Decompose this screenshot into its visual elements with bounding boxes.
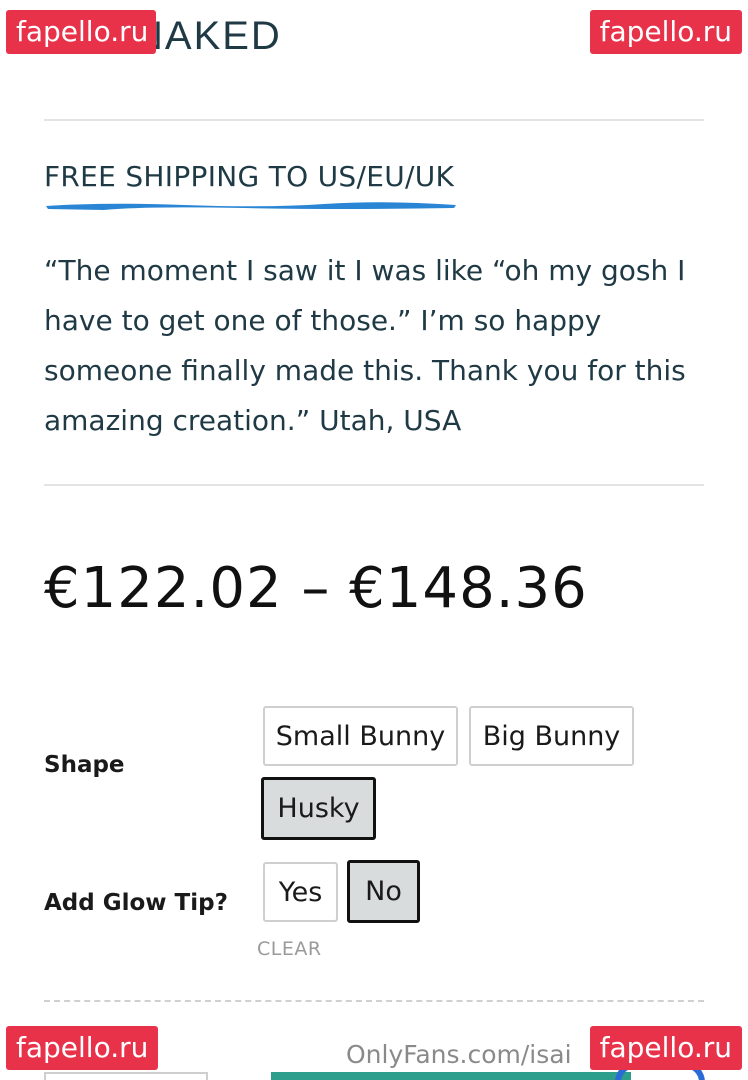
- section-divider: [44, 484, 704, 486]
- shape-label: Shape: [44, 752, 125, 778]
- logo-text: NAKED: [134, 14, 282, 58]
- watermark-top-left: fapello.ru: [6, 10, 156, 54]
- clear-selection-link[interactable]: CLEAR: [257, 938, 322, 960]
- quantity-field[interactable]: [44, 1072, 208, 1080]
- brush-underline: [46, 202, 456, 210]
- watermark-bottom-right: fapello.ru: [589, 1026, 742, 1070]
- onlyfans-watermark: OnlyFans.com/isai: [346, 1040, 572, 1069]
- price-range: €122.02 – €148.36: [44, 556, 588, 621]
- dashed-divider: [44, 1000, 704, 1002]
- glow-tip-option-yes[interactable]: Yes: [263, 862, 338, 922]
- shape-option-small-bunny[interactable]: Small Bunny: [263, 706, 458, 766]
- header-divider: [44, 119, 704, 121]
- add-to-cart-button[interactable]: [271, 1072, 631, 1080]
- testimonial-quote: “The moment I saw it I was like “oh my g…: [44, 254, 686, 437]
- glow-tip-label: Add Glow Tip?: [44, 890, 228, 916]
- shape-option-husky[interactable]: Husky: [261, 777, 376, 840]
- watermark-bottom-left: fapello.ru: [6, 1026, 159, 1070]
- watermark-top-right: fapello.ru: [589, 10, 742, 54]
- shipping-banner: FREE SHIPPING TO US/EU/UK: [44, 160, 455, 193]
- shape-option-big-bunny[interactable]: Big Bunny: [469, 706, 634, 766]
- glow-tip-option-no[interactable]: No: [347, 860, 420, 923]
